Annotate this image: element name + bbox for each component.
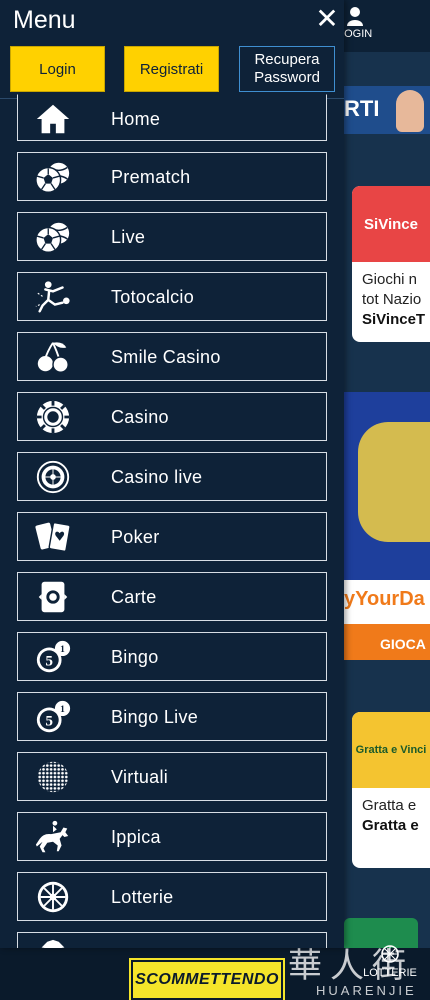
menu-item-virtuali[interactable]: Virtuali bbox=[17, 752, 327, 801]
menu-item-label: Prematch bbox=[111, 167, 191, 187]
play-your-day-banner[interactable]: yYourDa GIOCA bbox=[344, 392, 430, 660]
login-button[interactable]: Login bbox=[10, 46, 105, 92]
gratta-logo: Gratta e Vinci bbox=[352, 712, 430, 788]
sports-balls-icon bbox=[32, 218, 74, 256]
menu-item-smile-casino[interactable]: Smile Casino bbox=[17, 332, 327, 381]
virtual-ball-icon bbox=[32, 758, 74, 796]
promo-banner[interactable]: RTI bbox=[344, 86, 430, 134]
user-icon bbox=[347, 7, 363, 26]
svg-text:5: 5 bbox=[45, 653, 53, 670]
badge-icon bbox=[32, 938, 74, 948]
menu-item-carte[interactable]: Carte bbox=[17, 572, 327, 621]
menu-list: Home Prematch Live Totocalcio Smile Casi bbox=[17, 94, 327, 948]
promo-banner-text: RTI bbox=[344, 96, 380, 121]
bingo-ball-icon: 51 bbox=[32, 698, 74, 736]
horse-racing-icon bbox=[32, 818, 74, 856]
menu-title: Menu bbox=[13, 6, 76, 34]
svg-text:1: 1 bbox=[60, 705, 65, 715]
auth-buttons: Login Registrati Recupera Password bbox=[0, 46, 344, 92]
menu-item-label: Live bbox=[111, 227, 146, 247]
menu-item-label: Totocalcio bbox=[111, 287, 195, 307]
menu-item-label: Poker bbox=[111, 527, 160, 547]
card1-line2: tot Nazio bbox=[362, 291, 422, 308]
roulette-icon bbox=[32, 458, 74, 496]
menu-item-lotterie[interactable]: Lotterie bbox=[17, 872, 327, 921]
menu-item-label: Virtuali bbox=[111, 767, 169, 787]
lottery-wheel-icon bbox=[32, 878, 74, 916]
menu-item-label: Casino bbox=[111, 407, 169, 427]
card3-line2: Gratta e bbox=[362, 817, 419, 834]
menu-item-label: Home bbox=[111, 109, 161, 129]
menu-item-bingo-live[interactable]: 51 Bingo Live bbox=[17, 692, 327, 741]
play-strip-text: yYourDa bbox=[344, 580, 430, 624]
menu-item-home[interactable]: Home bbox=[17, 94, 327, 141]
casino-chip-icon bbox=[32, 398, 74, 436]
menu-item-live[interactable]: Live bbox=[17, 212, 327, 261]
gioca-button[interactable]: GIOCA bbox=[344, 624, 430, 660]
menu-item-label: Smile Casino bbox=[111, 347, 221, 367]
recover-password-button[interactable]: Recupera Password bbox=[239, 46, 335, 92]
gratta-card[interactable]: Gratta e Vinci Gratta e Gratta e bbox=[352, 712, 430, 868]
menu-item-partial[interactable] bbox=[17, 932, 327, 948]
bingo-ball-icon: 51 bbox=[32, 638, 74, 676]
card1-line3: SiVinceT bbox=[362, 311, 426, 328]
close-icon[interactable]: ✕ bbox=[314, 5, 340, 33]
side-menu-drawer: Menu ✕ Login Registrati Recupera Passwor… bbox=[0, 0, 344, 948]
football-player-icon bbox=[32, 278, 74, 316]
card-icon bbox=[32, 578, 74, 616]
menu-item-label: Bingo bbox=[111, 647, 159, 667]
sivince-logo: SiVince bbox=[352, 186, 430, 262]
menu-item-label: Ippica bbox=[111, 827, 161, 847]
sports-balls-icon bbox=[32, 158, 74, 196]
brand-logo[interactable]: SCOMMETTENDO bbox=[129, 958, 285, 1000]
home-icon bbox=[32, 100, 74, 138]
svg-text:1: 1 bbox=[60, 645, 65, 655]
play-art bbox=[358, 422, 430, 542]
menu-item-totocalcio[interactable]: Totocalcio bbox=[17, 272, 327, 321]
menu-item-casino[interactable]: Casino bbox=[17, 392, 327, 441]
menu-item-bingo[interactable]: 51 Bingo bbox=[17, 632, 327, 681]
playing-cards-icon bbox=[32, 518, 74, 556]
menu-item-label: Lotterie bbox=[111, 887, 174, 907]
sivince-card[interactable]: SiVince Giochi n tot Nazio SiVinceT bbox=[352, 186, 430, 342]
menu-item-prematch[interactable]: Prematch bbox=[17, 152, 327, 201]
menu-item-poker[interactable]: Poker bbox=[17, 512, 327, 561]
menu-item-casino-live[interactable]: Casino live bbox=[17, 452, 327, 501]
card3-line1: Gratta e bbox=[362, 797, 417, 814]
promo-person-image bbox=[396, 90, 424, 132]
menu-item-label: Carte bbox=[111, 587, 157, 607]
cherries-icon bbox=[32, 338, 74, 376]
register-button[interactable]: Registrati bbox=[124, 46, 219, 92]
menu-item-ippica[interactable]: Ippica bbox=[17, 812, 327, 861]
menu-item-label: Casino live bbox=[111, 467, 203, 487]
menu-item-label: Bingo Live bbox=[111, 707, 199, 727]
card1-line1: Giochi n bbox=[362, 271, 418, 288]
svg-text:5: 5 bbox=[45, 713, 53, 730]
